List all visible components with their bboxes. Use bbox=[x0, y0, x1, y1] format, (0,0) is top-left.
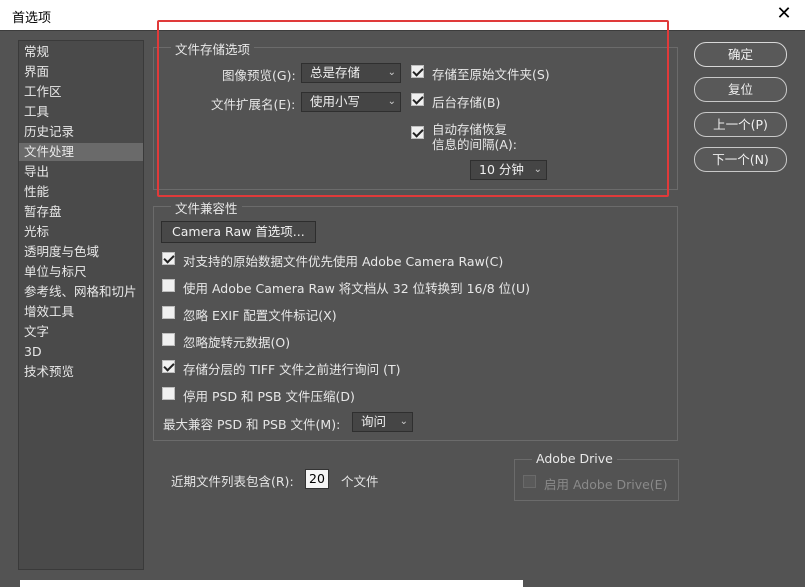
recent-files-suffix: 个文件 bbox=[341, 474, 379, 489]
highlight-box bbox=[157, 20, 669, 197]
sidebar-item-general[interactable]: 常规 bbox=[19, 43, 143, 61]
previous-button[interactable]: 上一个(P) bbox=[694, 112, 787, 137]
sidebar-item-workspace[interactable]: 工作区 bbox=[19, 83, 143, 101]
preferences-sidebar: 常规 界面 工作区 工具 历史记录 文件处理 导出 性能 暂存盘 光标 透明度与… bbox=[18, 40, 144, 570]
ask-tiff-layers-checkbox[interactable] bbox=[162, 360, 175, 373]
sidebar-item-cursors[interactable]: 光标 bbox=[19, 223, 143, 241]
ignore-exif-checkbox[interactable] bbox=[162, 306, 175, 319]
convert-32bit-label: 使用 Adobe Camera Raw 将文档从 32 位转换到 16/8 位(… bbox=[183, 281, 531, 296]
camera-raw-preferences-button[interactable]: Camera Raw 首选项... bbox=[161, 221, 316, 243]
adobe-drive-title: Adobe Drive bbox=[532, 451, 617, 466]
disable-psd-compression-checkbox[interactable] bbox=[162, 387, 175, 400]
sidebar-item-3d[interactable]: 3D bbox=[19, 343, 143, 361]
recent-files-count-input[interactable]: 20 bbox=[305, 469, 329, 489]
max-compatibility-label: 最大兼容 PSD 和 PSB 文件(M): bbox=[163, 417, 341, 432]
sidebar-item-export[interactable]: 导出 bbox=[19, 163, 143, 181]
next-button[interactable]: 下一个(N) bbox=[694, 147, 787, 172]
sidebar-item-scratch-disks[interactable]: 暂存盘 bbox=[19, 203, 143, 221]
ignore-rotation-checkbox[interactable] bbox=[162, 333, 175, 346]
sidebar-item-type[interactable]: 文字 bbox=[19, 323, 143, 341]
ignore-exif-label: 忽略 EXIF 配置文件标记(X) bbox=[183, 308, 337, 323]
ask-tiff-layers-label: 存储分层的 TIFF 文件之前进行询问 (T) bbox=[183, 362, 401, 377]
convert-32bit-checkbox[interactable] bbox=[162, 279, 175, 292]
ok-button[interactable]: 确定 bbox=[694, 42, 787, 67]
sidebar-item-tech-preview[interactable]: 技术预览 bbox=[19, 363, 143, 381]
sidebar-item-performance[interactable]: 性能 bbox=[19, 183, 143, 201]
background-window-strip bbox=[20, 580, 523, 587]
window-title: 首选项 bbox=[12, 11, 52, 26]
sidebar-item-plugins[interactable]: 增效工具 bbox=[19, 303, 143, 321]
sidebar-item-guides[interactable]: 参考线、网格和切片 bbox=[19, 283, 143, 301]
sidebar-item-transparency[interactable]: 透明度与色域 bbox=[19, 243, 143, 261]
file-compatibility-title: 文件兼容性 bbox=[171, 198, 242, 217]
chevron-down-icon: ⌄ bbox=[399, 416, 408, 427]
prefer-camera-raw-label: 对支持的原始数据文件优先使用 Adobe Camera Raw(C) bbox=[183, 254, 504, 269]
prefer-camera-raw-checkbox[interactable] bbox=[162, 252, 175, 265]
disable-psd-compression-label: 停用 PSD 和 PSB 文件压缩(D) bbox=[183, 389, 355, 404]
sidebar-item-file-handling[interactable]: 文件处理 bbox=[19, 143, 143, 161]
recent-files-label: 近期文件列表包含(R): bbox=[171, 474, 294, 489]
ignore-rotation-label: 忽略旋转元数据(O) bbox=[183, 335, 291, 350]
sidebar-item-interface[interactable]: 界面 bbox=[19, 63, 143, 81]
max-compatibility-select[interactable]: 询问 ⌄ bbox=[352, 412, 413, 432]
enable-adobe-drive-label: 启用 Adobe Drive(E) bbox=[544, 477, 668, 492]
reset-button[interactable]: 复位 bbox=[694, 77, 787, 102]
sidebar-item-tools[interactable]: 工具 bbox=[19, 103, 143, 121]
sidebar-item-history[interactable]: 历史记录 bbox=[19, 123, 143, 141]
sidebar-item-units[interactable]: 单位与标尺 bbox=[19, 263, 143, 281]
enable-adobe-drive-checkbox[interactable] bbox=[523, 475, 536, 488]
close-icon[interactable]: ✕ bbox=[773, 3, 795, 25]
